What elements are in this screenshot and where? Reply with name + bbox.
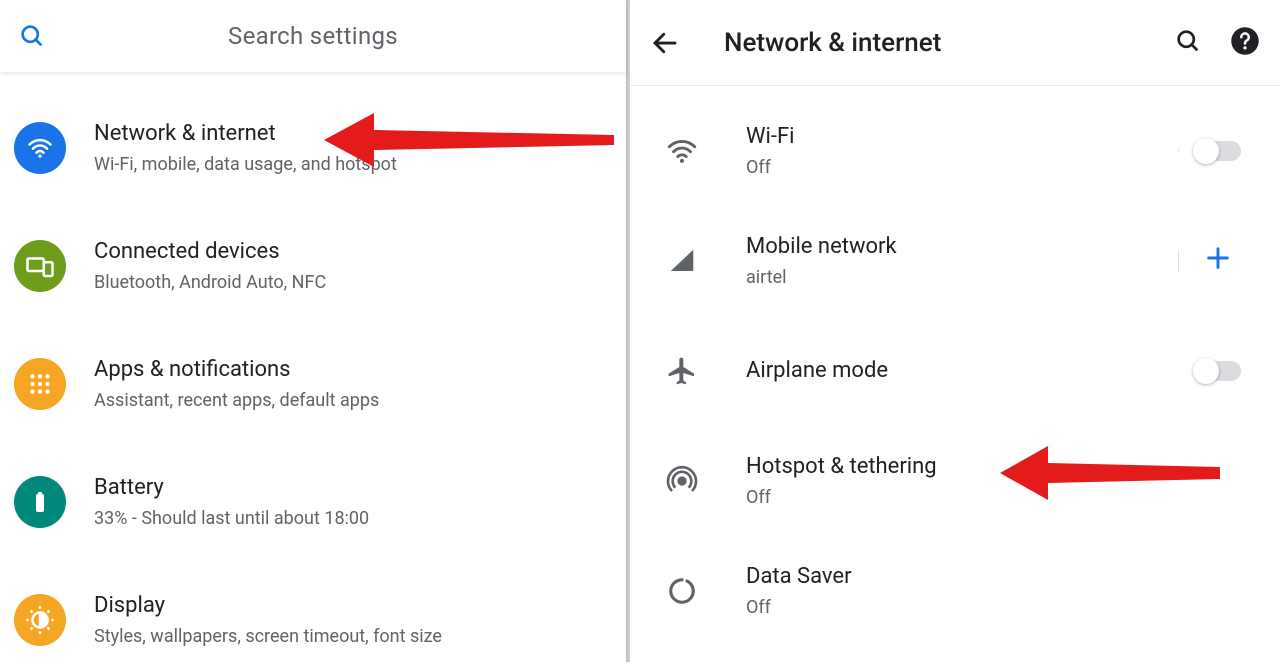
setting-subtitle: Styles, wallpapers, screen timeout, font… xyxy=(94,625,442,648)
setting-title: Connected devices xyxy=(94,238,326,267)
help-icon[interactable] xyxy=(1230,26,1260,60)
row-title: Wi-Fi xyxy=(746,123,1178,152)
row-title: Airplane mode xyxy=(746,357,1178,386)
network-item-mobile[interactable]: Mobile network airtel xyxy=(630,206,1280,316)
row-subtitle: airtel xyxy=(746,266,1178,289)
setting-item-apps[interactable]: Apps & notifications Assistant, recent a… xyxy=(0,338,626,430)
setting-item-connected-devices[interactable]: Connected devices Bluetooth, Android Aut… xyxy=(0,220,626,312)
row-title: Data Saver xyxy=(746,563,1178,592)
settings-list: Network & internet Wi-Fi, mobile, data u… xyxy=(0,72,626,666)
setting-item-network[interactable]: Network & internet Wi-Fi, mobile, data u… xyxy=(0,102,626,194)
setting-subtitle: Assistant, recent apps, default apps xyxy=(94,389,379,412)
setting-title: Apps & notifications xyxy=(94,356,379,385)
network-internet-panel: Network & internet xyxy=(628,0,1280,662)
datasaver-icon xyxy=(652,576,712,606)
settings-main-panel: Search settings Network & internet Wi-Fi… xyxy=(0,0,628,662)
row-subtitle: Off xyxy=(746,486,1178,509)
network-list: Wi-Fi Off Mobile network airtel xyxy=(630,86,1280,656)
wifi-icon xyxy=(652,134,712,168)
airplane-icon xyxy=(652,355,712,387)
row-title: Mobile network xyxy=(746,233,1178,262)
row-subtitle: Off xyxy=(746,156,1178,179)
network-item-wifi[interactable]: Wi-Fi Off xyxy=(630,96,1280,206)
wifi-toggle[interactable] xyxy=(1195,141,1241,161)
network-item-datasaver[interactable]: Data Saver Off xyxy=(630,536,1280,646)
setting-title: Network & internet xyxy=(94,120,397,149)
wifi-icon xyxy=(14,122,66,174)
search-placeholder: Search settings xyxy=(66,22,608,50)
setting-title: Display xyxy=(94,592,442,621)
row-title: Hotspot & tethering xyxy=(746,453,1178,482)
add-network-button[interactable] xyxy=(1204,242,1232,280)
network-item-airplane[interactable]: Airplane mode xyxy=(630,316,1280,426)
search-icon[interactable] xyxy=(1174,27,1202,59)
setting-title: Battery xyxy=(94,474,369,503)
battery-icon xyxy=(14,476,66,528)
display-icon xyxy=(14,594,66,646)
airplane-toggle[interactable] xyxy=(1195,361,1241,381)
apps-icon xyxy=(14,358,66,410)
search-bar[interactable]: Search settings xyxy=(0,0,626,72)
setting-item-battery[interactable]: Battery 33% - Should last until about 18… xyxy=(0,456,626,548)
app-bar: Network & internet xyxy=(630,0,1280,86)
hotspot-icon xyxy=(652,465,712,497)
devices-icon xyxy=(14,240,66,292)
setting-subtitle: 33% - Should last until about 18:00 xyxy=(94,507,369,530)
network-item-hotspot[interactable]: Hotspot & tethering Off xyxy=(630,426,1280,536)
setting-item-display[interactable]: Display Styles, wallpapers, screen timeo… xyxy=(0,574,626,666)
setting-subtitle: Wi-Fi, mobile, data usage, and hotspot xyxy=(94,153,397,176)
row-subtitle: Off xyxy=(746,596,1178,619)
page-title: Network & internet xyxy=(724,28,1174,58)
signal-icon xyxy=(652,246,712,276)
setting-subtitle: Bluetooth, Android Auto, NFC xyxy=(94,271,326,294)
search-icon xyxy=(18,22,66,50)
back-button[interactable] xyxy=(650,28,698,58)
